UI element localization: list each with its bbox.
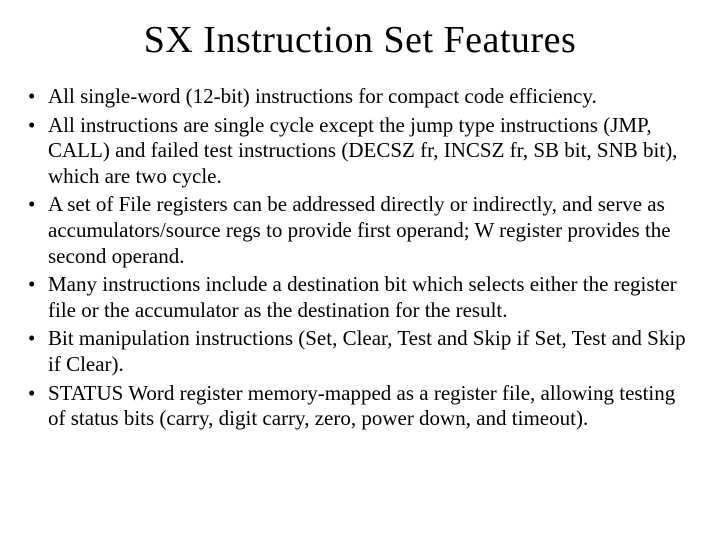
slide-title: SX Instruction Set Features xyxy=(18,18,702,62)
bullet-list: All single-word (12-bit) instructions fo… xyxy=(18,84,702,432)
list-item: A set of File registers can be addressed… xyxy=(28,192,696,269)
list-item: All single-word (12-bit) instructions fo… xyxy=(28,84,696,110)
list-item: STATUS Word register memory-mapped as a … xyxy=(28,381,696,432)
slide: SX Instruction Set Features All single-w… xyxy=(0,0,720,540)
list-item: Many instructions include a destination … xyxy=(28,272,696,323)
list-item: Bit manipulation instructions (Set, Clea… xyxy=(28,326,696,377)
list-item: All instructions are single cycle except… xyxy=(28,113,696,190)
